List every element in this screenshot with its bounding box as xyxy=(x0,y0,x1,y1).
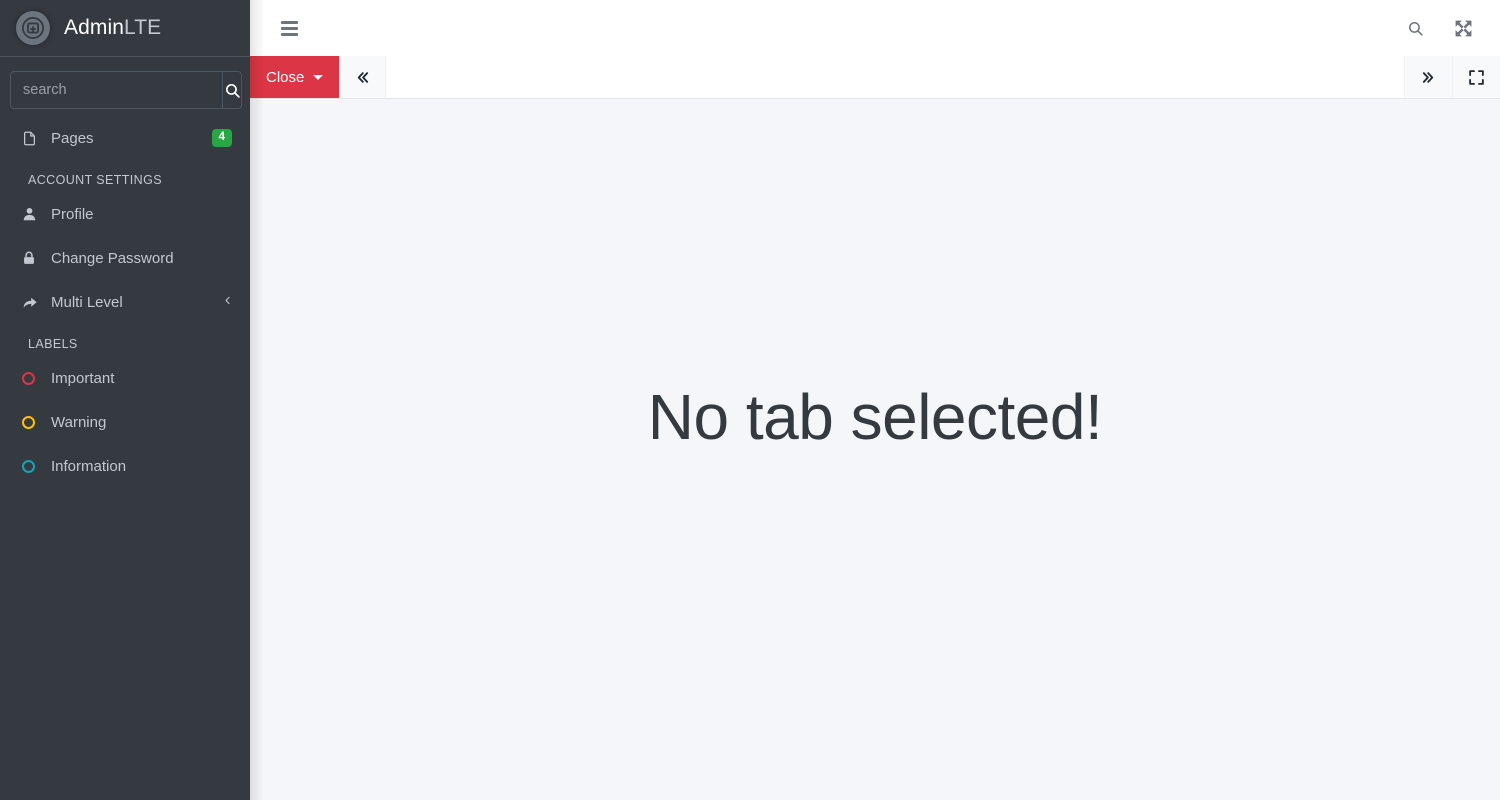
sidebar-search xyxy=(10,71,242,109)
sidebar-item-label: Pages xyxy=(51,129,94,147)
tab-bar-controls xyxy=(1404,56,1500,98)
sidebar-item-label: Change Password xyxy=(51,249,174,267)
sidebar-search-wrapper xyxy=(0,57,250,109)
app-root: AdminLTE search Pages 4 ACCOUNT SETTINGS… xyxy=(0,0,1500,800)
search-icon[interactable] xyxy=(1396,9,1434,47)
lock-icon xyxy=(22,250,44,266)
sidebar-item-label: Multi Level xyxy=(51,293,123,311)
angle-double-left-icon[interactable] xyxy=(339,56,387,98)
share-arrow-icon xyxy=(22,295,44,310)
user-icon xyxy=(22,206,44,222)
sidebar-item-label: Warning xyxy=(51,413,107,431)
brand-link[interactable]: AdminLTE xyxy=(0,0,250,57)
sidebar-item-important[interactable]: Important xyxy=(8,359,242,397)
search-input[interactable] xyxy=(11,72,222,108)
sidebar: AdminLTE search Pages 4 ACCOUNT SETTINGS… xyxy=(0,0,250,800)
navbar-right xyxy=(1396,9,1500,47)
sidebar-section-header-labels: LABELS xyxy=(28,337,78,351)
sidebar-item-information[interactable]: Information xyxy=(8,447,242,485)
sidebar-item-warning[interactable]: Warning xyxy=(8,403,242,441)
pages-badge: 4 xyxy=(211,129,232,147)
circle-outline-icon xyxy=(22,371,44,385)
sidebar-item-profile[interactable]: Profile xyxy=(8,195,242,233)
sidebar-nav: Pages 4 ACCOUNT SETTINGS Profile Change … xyxy=(0,119,250,485)
chevron-left-icon xyxy=(223,294,232,311)
adminlte-logo-icon xyxy=(16,11,50,45)
main-content: No tab selected! xyxy=(250,99,1500,800)
sidebar-item-change-password[interactable]: Change Password xyxy=(8,239,242,277)
content-wrapper: Close No tab selected! xyxy=(250,0,1500,800)
brand-title: AdminLTE xyxy=(64,16,161,40)
navbar-left xyxy=(250,9,308,47)
expand-arrows-icon[interactable] xyxy=(1444,9,1482,47)
tab-bar: Close xyxy=(250,56,1500,99)
brand-title-bold: Admin xyxy=(64,16,125,39)
sidebar-item-multi-level[interactable]: Multi Level xyxy=(8,283,242,321)
brand-title-light: LTE xyxy=(124,16,162,39)
close-dropdown-button[interactable]: Close xyxy=(250,56,340,98)
caret-down-icon xyxy=(313,74,324,80)
circle-outline-icon xyxy=(22,415,44,429)
sidebar-item-pages[interactable]: Pages 4 xyxy=(8,119,242,157)
circle-outline-icon xyxy=(22,459,44,473)
top-navbar xyxy=(250,0,1500,56)
file-icon xyxy=(22,130,44,147)
hamburger-icon[interactable] xyxy=(270,9,308,47)
empty-state-message: No tab selected! xyxy=(647,381,1103,453)
sidebar-item-label: Profile xyxy=(51,205,94,223)
tabs-strip xyxy=(386,56,1404,98)
expand-frame-icon[interactable] xyxy=(1452,56,1500,98)
sidebar-section-header-account-settings: ACCOUNT SETTINGS xyxy=(28,173,162,187)
sidebar-item-label: Information xyxy=(51,457,127,475)
angle-double-right-icon[interactable] xyxy=(1404,56,1452,98)
close-button-label: Close xyxy=(266,68,305,86)
sidebar-item-label: Important xyxy=(51,369,115,387)
search-icon[interactable] xyxy=(222,72,241,108)
